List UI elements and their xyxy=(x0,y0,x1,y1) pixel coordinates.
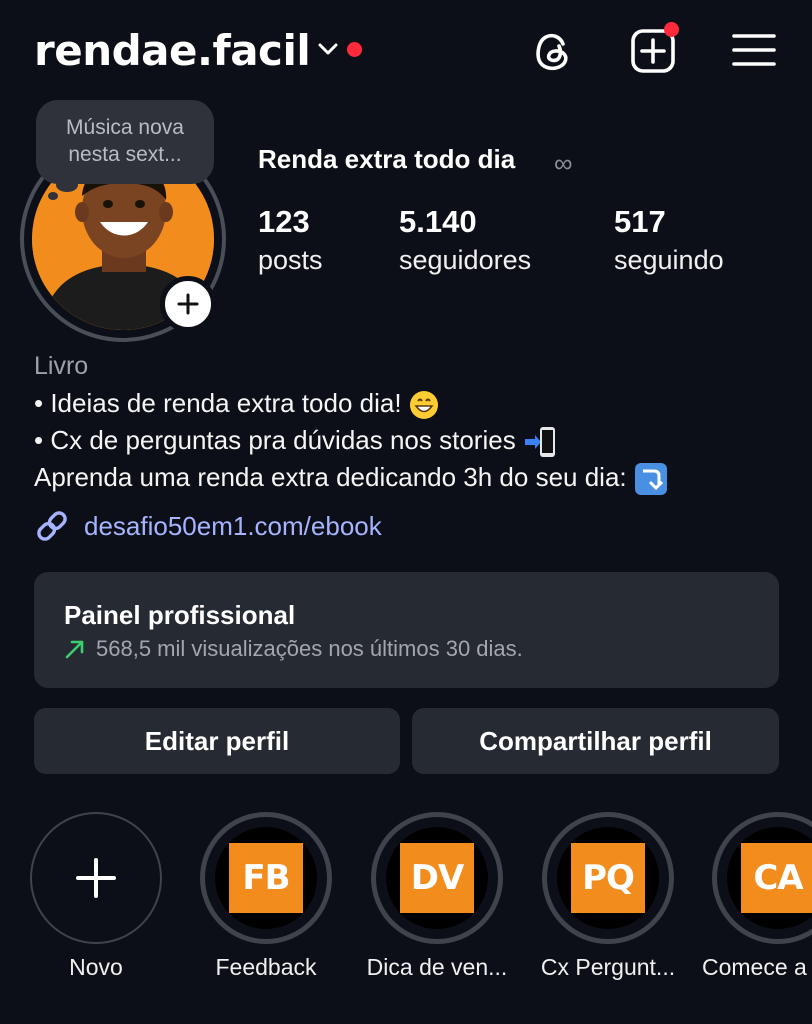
stat-followers-label: seguidores xyxy=(399,245,532,275)
menu-icon[interactable] xyxy=(732,32,776,68)
highlight-cover-text: FB xyxy=(229,843,303,913)
profile-category: Livro xyxy=(34,352,89,380)
highlight-new[interactable] xyxy=(30,812,162,944)
threads-icon[interactable] xyxy=(530,28,576,74)
stat-posts-value: 123 xyxy=(258,204,310,239)
stat-posts-label: posts xyxy=(258,245,323,275)
bio-line-2-text: • Cx de perguntas pra dúvidas nos storie… xyxy=(34,425,516,455)
stat-posts[interactable]: 123 posts xyxy=(258,204,323,280)
highlight-cover: CA xyxy=(727,827,812,929)
professional-dashboard-card[interactable]: Painel profissional 568,5 mil visualizaç… xyxy=(34,572,779,688)
highlight-label: Cx Pergunt... xyxy=(540,954,676,980)
bio-link[interactable]: desafio50em1.com/ebook xyxy=(34,508,382,544)
profile-username[interactable]: rendae.facil xyxy=(34,26,311,75)
phone-arrow-emoji-icon xyxy=(524,427,555,458)
notification-dot xyxy=(347,42,362,57)
highlight-cover-text: CA xyxy=(741,843,812,913)
highlight-cover: PQ xyxy=(557,827,659,929)
edit-profile-button[interactable]: Editar perfil xyxy=(34,708,400,774)
new-post-notification-dot xyxy=(664,22,679,37)
highlight-cover: DV xyxy=(386,827,488,929)
infinity-icon: ∞ xyxy=(554,148,573,178)
bio-line-2: • Cx de perguntas pra dúvidas nos storie… xyxy=(34,425,557,459)
bio-line-3: Aprenda uma renda extra dedicando 3h do … xyxy=(34,462,668,496)
chevron-down-icon[interactable] xyxy=(318,42,338,56)
highlight-cover: FB xyxy=(215,827,317,929)
highlight-label: Comece a xyxy=(702,954,807,980)
bio-line-1-text: • Ideias de renda extra todo dia! xyxy=(34,388,402,418)
link-icon xyxy=(37,511,67,541)
arrow-down-right-emoji-icon xyxy=(634,463,667,496)
bio-line-1: • Ideias de renda extra todo dia! xyxy=(34,388,439,420)
stat-following[interactable]: 517 seguindo xyxy=(614,204,724,280)
profile-note-bubble[interactable]: Música nova nesta sext... xyxy=(36,100,214,184)
stat-following-label: seguindo xyxy=(614,245,724,275)
note-text: Música nova nesta sext... xyxy=(66,116,184,166)
bio-line-3-text: Aprenda uma renda extra dedicando 3h do … xyxy=(34,462,627,492)
note-bubble-tail xyxy=(56,178,78,192)
plus-icon xyxy=(76,858,116,898)
highlight-label: Novo xyxy=(69,954,123,980)
stat-followers[interactable]: 5.140 seguidores xyxy=(399,204,531,280)
highlight-label: Feedback xyxy=(215,954,317,980)
note-bubble-tail-small xyxy=(48,192,58,200)
bio-link-text[interactable]: desafio50em1.com/ebook xyxy=(84,511,382,542)
share-profile-button[interactable]: Compartilhar perfil xyxy=(412,708,779,774)
add-story-button[interactable] xyxy=(160,276,216,332)
display-name: Renda extra todo dia xyxy=(258,144,516,174)
highlight-comece-aqui[interactable]: CA xyxy=(712,812,812,944)
professional-dashboard-subtitle: 568,5 mil visualizações nos últimos 30 d… xyxy=(96,636,523,661)
highlight-feedback[interactable]: FB xyxy=(200,812,332,944)
plus-icon xyxy=(177,293,199,315)
professional-dashboard-stats: 568,5 mil visualizações nos últimos 30 d… xyxy=(64,636,523,662)
stat-following-value: 517 xyxy=(614,204,666,239)
highlight-dica-de-vendas[interactable]: DV xyxy=(371,812,503,944)
highlight-cover-text: PQ xyxy=(571,843,645,913)
highlight-label: Dica de ven... xyxy=(366,954,508,980)
trending-up-arrow-icon xyxy=(65,640,84,659)
highlight-cx-perguntas[interactable]: PQ xyxy=(542,812,674,944)
stat-followers-value: 5.140 xyxy=(399,204,477,239)
grinning-face-emoji-icon xyxy=(409,391,438,420)
professional-dashboard-title: Painel profissional xyxy=(64,600,296,630)
highlight-cover-text: DV xyxy=(400,843,474,913)
